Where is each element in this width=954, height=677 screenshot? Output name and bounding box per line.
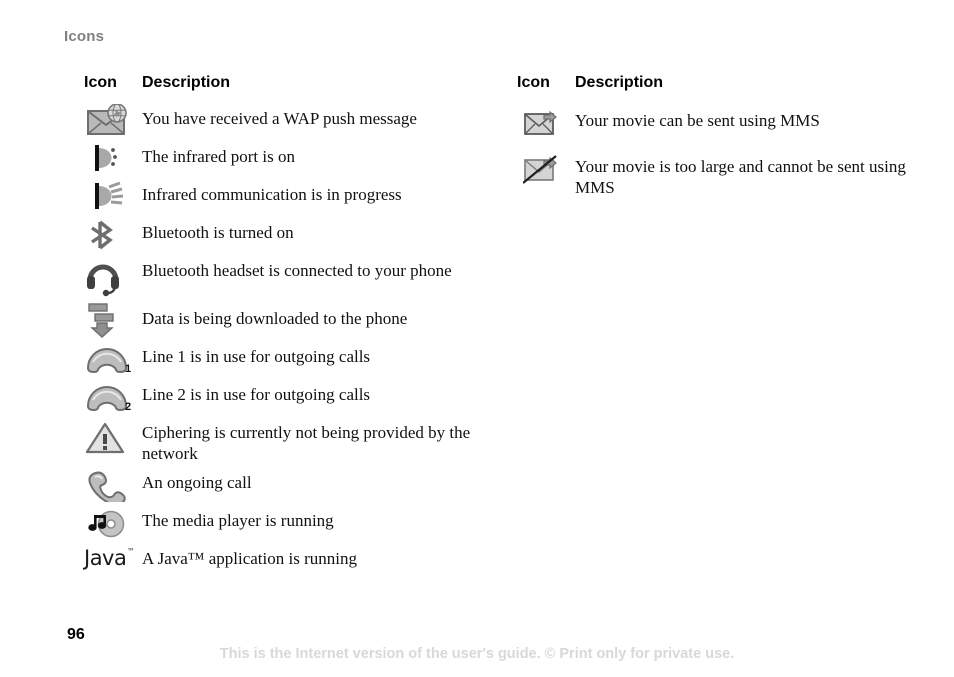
icon-cell	[84, 218, 142, 252]
row-description: Your movie is too large and cannot be se…	[575, 157, 906, 197]
line-subscript: 2	[125, 401, 132, 413]
table-row: Bluetooth is turned on	[84, 218, 504, 252]
column-header-description-right: Description	[575, 74, 664, 91]
page-number: 96	[67, 626, 85, 643]
icon-table-left: Icon Description You have received a WAP …	[84, 74, 504, 578]
section-heading: Icons	[64, 28, 105, 45]
row-description: Line 2 is in use for outgoing calls	[142, 385, 371, 404]
column-header-icon-left: Icon	[84, 74, 117, 91]
row-description: An ongoing call	[142, 473, 252, 492]
row-description: Your movie can be sent using MMS	[575, 111, 820, 130]
user-guide-page: Icons Icon Description You have received …	[0, 0, 954, 677]
row-description: Infrared communication is in progress	[142, 185, 402, 204]
icon-cell: Java ™	[84, 544, 142, 578]
row-description: Ciphering is currently not being provide…	[142, 423, 471, 463]
table-row: The media player is running	[84, 506, 504, 540]
column-header-icon-right: Icon	[517, 74, 550, 91]
icon-cell	[84, 142, 142, 176]
icon-cell	[84, 256, 142, 300]
icon-cell	[84, 303, 142, 338]
infrared-communication-icon	[95, 181, 124, 209]
infrared-port-on-icon	[95, 145, 117, 171]
column-header-description-left: Description	[142, 74, 231, 91]
row-description: Bluetooth headset is connected to your p…	[142, 261, 452, 280]
table-row: You have received a WAP push message	[84, 104, 504, 138]
bluetooth-headset-icon	[87, 264, 119, 297]
bluetooth-icon	[91, 220, 113, 250]
media-player-icon	[88, 510, 125, 538]
row-description: You have received a WAP push message	[142, 109, 417, 128]
icon-cell: 1	[84, 342, 142, 376]
icon-cell	[517, 106, 575, 140]
java-logo-icon: Java	[84, 546, 127, 570]
mms-send-blocked-envelope-icon	[523, 155, 557, 184]
column-header-right: Icon Description	[517, 74, 917, 100]
data-download-icon	[88, 303, 114, 338]
icon-cell	[84, 506, 142, 540]
footer-note: This is the Internet version of the user…	[219, 646, 735, 662]
icon-cell	[517, 152, 575, 196]
ciphering-warning-icon	[85, 422, 125, 454]
icon-cell	[84, 180, 142, 214]
table-row: Infrared communication is in progress	[84, 180, 504, 214]
row-description: Line 1 is in use for outgoing calls	[142, 347, 371, 366]
wap-push-envelope-globe-icon	[87, 104, 127, 135]
table-row: 2 Line 2 is in use for outgoing calls	[84, 380, 504, 414]
table-row: Bluetooth headset is connected to your p…	[84, 256, 504, 300]
row-description: The media player is running	[142, 511, 334, 530]
icon-cell: 2	[84, 380, 142, 414]
table-row: Data is being downloaded to the phone	[84, 303, 504, 338]
ongoing-call-handset-icon	[88, 471, 126, 502]
line-subscript: 1	[125, 363, 132, 375]
java-trademark-icon: ™	[127, 547, 135, 556]
icon-cell	[84, 468, 142, 502]
table-row: Your movie can be sent using MMS	[517, 106, 917, 140]
icon-cell	[84, 418, 142, 462]
table-row: Your movie is too large and cannot be se…	[517, 152, 917, 198]
row-description: The infrared port is on	[142, 147, 295, 166]
table-row: Java ™ A Java™ application is running	[84, 544, 504, 578]
table-row: Ciphering is currently not being provide…	[84, 418, 504, 464]
row-description: A Java™ application is running	[142, 549, 357, 568]
icon-table-right: Icon Description Your movie can be sent u…	[517, 74, 917, 198]
row-description: Bluetooth is turned on	[142, 223, 294, 242]
row-description: Data is being downloaded to the phone	[142, 309, 408, 328]
table-row: The infrared port is on	[84, 142, 504, 176]
icon-cell	[84, 104, 142, 138]
column-header-left: Icon Description	[84, 74, 504, 100]
mms-send-ok-envelope-icon	[524, 110, 557, 135]
table-row: 1 Line 1 is in use for outgoing calls	[84, 342, 504, 376]
table-row: An ongoing call	[84, 468, 504, 502]
